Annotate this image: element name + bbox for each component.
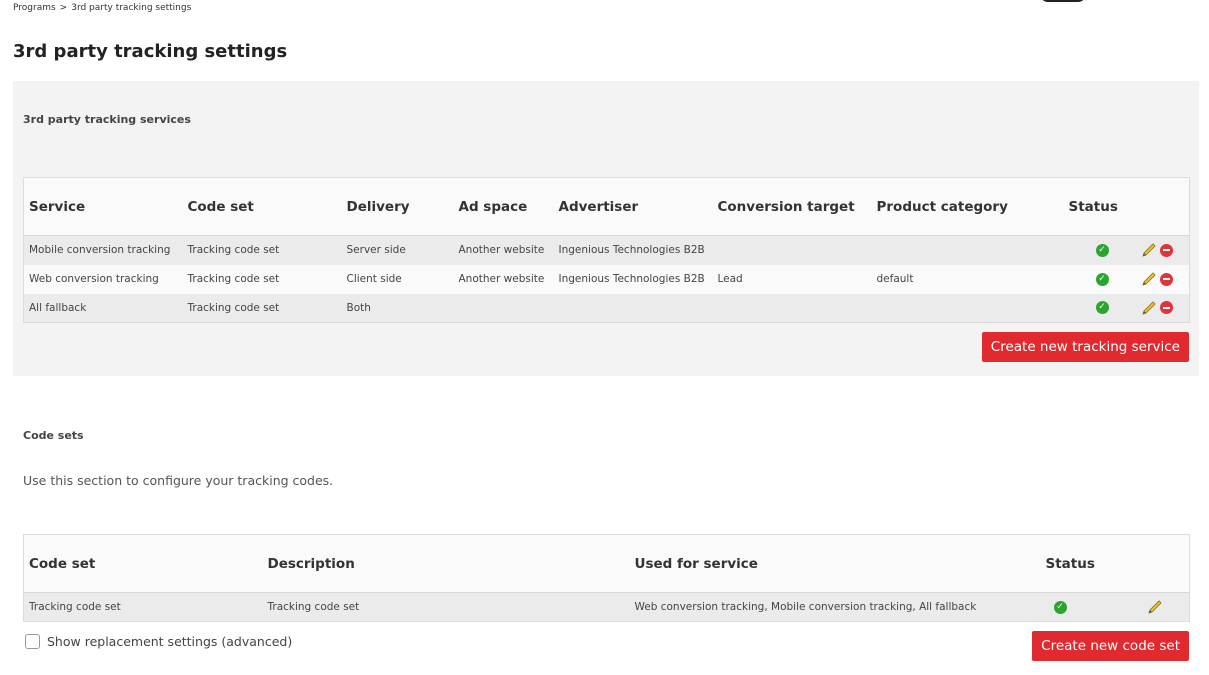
cell-status: ✓ <box>1063 264 1136 294</box>
cell-code-set: Tracking code set <box>182 264 342 294</box>
pencil-icon[interactable] <box>1147 599 1163 615</box>
cell-actions <box>1135 293 1190 323</box>
table-row: All fallback Tracking code set Both ✓ <box>23 293 1190 323</box>
table-header-row: Service Code set Delivery Ad space Adver… <box>23 177 1190 236</box>
cell-service: Web conversion tracking <box>23 264 183 294</box>
breadcrumb: Programs >3rd party tracking settings <box>13 3 191 13</box>
cell-advertiser: Ingenious Technologies B2B <box>553 235 713 265</box>
cell-conversion-target <box>712 235 872 265</box>
cell-status: ✓ <box>1040 592 1142 622</box>
cell-delivery: Server side <box>341 235 454 265</box>
delete-icon[interactable] <box>1159 272 1173 286</box>
cell-advertiser <box>553 293 713 323</box>
code-sets-table: Code set Description Used for service St… <box>23 534 1190 622</box>
pencil-icon[interactable] <box>1141 242 1157 258</box>
tracking-services-heading: 3rd party tracking services <box>23 113 191 126</box>
table-header-row: Code set Description Used for service St… <box>23 534 1190 593</box>
cell-status: ✓ <box>1063 293 1136 323</box>
cell-actions <box>1141 592 1190 622</box>
cell-conversion-target <box>712 293 872 323</box>
create-code-set-button[interactable]: Create new code set <box>1032 631 1189 661</box>
cell-ad-space: Another website <box>453 264 554 294</box>
cell-advertiser: Ingenious Technologies B2B <box>553 264 713 294</box>
cell-product-category: default <box>871 264 1064 294</box>
create-tracking-service-button[interactable]: Create new tracking service <box>981 332 1189 362</box>
cell-actions <box>1135 235 1190 265</box>
advanced-settings-checkbox[interactable] <box>25 634 40 649</box>
code-sets-heading: Code sets <box>23 429 84 442</box>
check-circle-icon: ✓ <box>1095 272 1109 286</box>
column-header-actions <box>1141 534 1190 593</box>
cell-used-for-service: Web conversion tracking, Mobile conversi… <box>629 592 1041 622</box>
column-header-service[interactable]: Service <box>23 177 183 236</box>
column-header-ad-space[interactable]: Ad space <box>453 177 554 236</box>
table-row: Mobile conversion tracking Tracking code… <box>23 235 1190 265</box>
cell-conversion-target: Lead <box>712 264 872 294</box>
column-header-description[interactable]: Description <box>262 534 630 593</box>
column-header-status[interactable]: Status <box>1063 177 1136 236</box>
column-header-status[interactable]: Status <box>1040 534 1142 593</box>
cell-delivery: Client side <box>341 264 454 294</box>
cell-service: All fallback <box>23 293 183 323</box>
cell-description: Tracking code set <box>262 592 630 622</box>
check-circle-icon: ✓ <box>1095 243 1109 257</box>
cell-code-set: Tracking code set <box>182 293 342 323</box>
column-header-advertiser[interactable]: Advertiser <box>553 177 713 236</box>
breadcrumb-separator: > <box>59 3 68 13</box>
cell-code-set: Tracking code set <box>182 235 342 265</box>
logo <box>1040 0 1086 2</box>
code-sets-description: Use this section to configure your track… <box>23 473 334 488</box>
column-header-code-set[interactable]: Code set <box>23 534 263 593</box>
cell-delivery: Both <box>341 293 454 323</box>
table-row: Tracking code set Tracking code set Web … <box>23 592 1190 622</box>
tracking-services-table: Service Code set Delivery Ad space Adver… <box>23 177 1190 323</box>
cell-product-category <box>871 293 1064 323</box>
cell-ad-space: Another website <box>453 235 554 265</box>
table-row: Web conversion tracking Tracking code se… <box>23 264 1190 294</box>
column-header-code-set[interactable]: Code set <box>182 177 342 236</box>
check-circle-icon: ✓ <box>1053 600 1067 614</box>
column-header-actions <box>1135 177 1190 236</box>
cell-status: ✓ <box>1063 235 1136 265</box>
pencil-icon[interactable] <box>1141 271 1157 287</box>
delete-icon[interactable] <box>1159 301 1173 315</box>
column-header-used-for-service[interactable]: Used for service <box>629 534 1041 593</box>
cell-code-set: Tracking code set <box>23 592 263 622</box>
advanced-settings-toggle[interactable]: Show replacement settings (advanced) <box>25 634 292 649</box>
column-header-delivery[interactable]: Delivery <box>341 177 454 236</box>
check-circle-icon: ✓ <box>1095 301 1109 315</box>
column-header-product-category[interactable]: Product category <box>871 177 1064 236</box>
cell-actions <box>1135 264 1190 294</box>
breadcrumb-current: 3rd party tracking settings <box>71 3 192 13</box>
breadcrumb-programs[interactable]: Programs <box>13 3 56 13</box>
cell-service: Mobile conversion tracking <box>23 235 183 265</box>
column-header-conversion-target[interactable]: Conversion target <box>712 177 872 236</box>
pencil-icon[interactable] <box>1141 300 1157 316</box>
delete-icon[interactable] <box>1159 243 1173 257</box>
advanced-settings-label: Show replacement settings (advanced) <box>47 634 293 649</box>
cell-product-category <box>871 235 1064 265</box>
page-title: 3rd party tracking settings <box>13 41 288 62</box>
cell-ad-space <box>453 293 554 323</box>
